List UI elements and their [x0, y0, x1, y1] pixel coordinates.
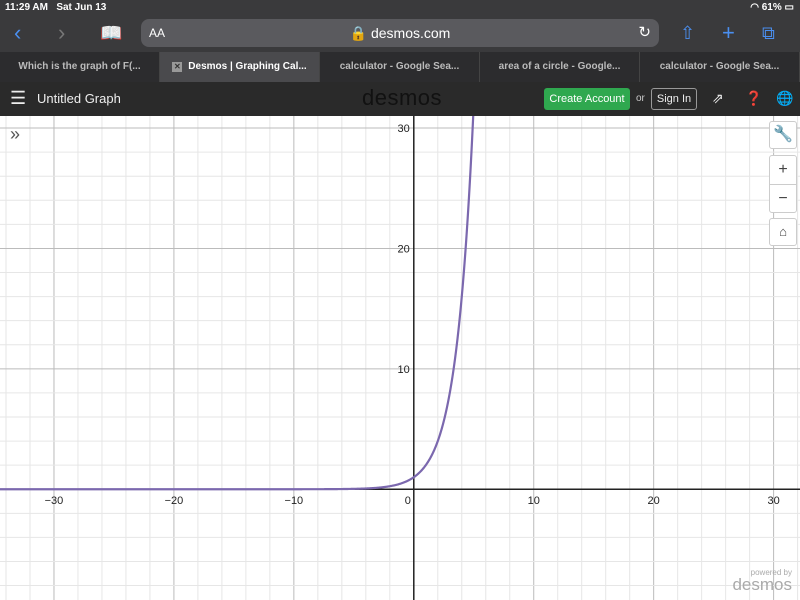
- x-tick-label: −10: [285, 495, 304, 507]
- safari-toolbar: ‹ › 📖 AA 🔒 desmos.com ↻ ⇧ + ⧉: [0, 16, 800, 52]
- graph-canvas[interactable]: −30 −20 −10 0 10 20 30 10 20 30: [0, 116, 800, 600]
- tab[interactable]: calculator - Google Sea...: [640, 52, 800, 82]
- y-tick-label: 10: [398, 364, 410, 376]
- url-text: 🔒 desmos.com: [349, 25, 451, 41]
- desmos-header: ☰ Untitled Graph desmos Create Account o…: [0, 82, 800, 116]
- tab[interactable]: area of a circle - Google...: [480, 52, 640, 82]
- or-label: or: [636, 93, 645, 104]
- status-bar: 11:29 AM Sat Jun 13 ◠ 61% ▭: [0, 0, 800, 16]
- powered-by-desmos: powered by desmos: [732, 568, 792, 594]
- x-tick-label: 30: [767, 495, 779, 507]
- language-globe-icon[interactable]: 🌐: [776, 90, 793, 107]
- x-tick-label: −30: [45, 495, 64, 507]
- zoom-in-button[interactable]: +: [770, 156, 796, 184]
- desmos-logo: desmos: [362, 85, 443, 110]
- back-icon[interactable]: ‹: [14, 20, 21, 46]
- function-curve: [0, 116, 475, 491]
- status-time: 11:29 AM Sat Jun 13: [5, 2, 107, 13]
- expand-expressions-icon[interactable]: »: [10, 124, 20, 145]
- close-tab-icon[interactable]: ✕: [172, 62, 183, 72]
- bookmarks-icon[interactable]: 📖: [100, 20, 122, 46]
- zoom-controls: + −: [769, 155, 797, 213]
- settings-wrench-icon[interactable]: 🔧: [769, 121, 797, 149]
- tab[interactable]: calculator - Google Sea...: [320, 52, 480, 82]
- tab[interactable]: Which is the graph of F(...: [0, 52, 160, 82]
- x-tick-label: 0: [405, 495, 411, 507]
- tab-active[interactable]: ✕ Desmos | Graphing Cal...: [160, 52, 320, 82]
- graph-title[interactable]: Untitled Graph: [37, 91, 121, 106]
- forward-icon[interactable]: ›: [58, 20, 65, 46]
- zoom-out-button[interactable]: −: [770, 184, 796, 213]
- home-icon[interactable]: ⌂: [769, 218, 797, 246]
- share-graph-icon[interactable]: ⇗: [712, 90, 724, 107]
- reload-icon[interactable]: ↻: [638, 23, 651, 41]
- y-tick-label: 20: [398, 243, 410, 255]
- tab-bar: Which is the graph of F(... ✕ Desmos | Gr…: [0, 52, 800, 82]
- x-tick-label: 20: [648, 495, 660, 507]
- address-bar[interactable]: AA 🔒 desmos.com ↻: [141, 19, 659, 47]
- y-tick-label: 30: [398, 123, 410, 135]
- new-tab-icon[interactable]: +: [722, 20, 735, 46]
- create-account-button[interactable]: Create Account: [544, 88, 630, 110]
- help-icon[interactable]: ❓: [745, 90, 762, 107]
- tabs-icon[interactable]: ⧉: [762, 20, 775, 46]
- sign-in-button[interactable]: Sign In: [651, 88, 697, 110]
- menu-icon[interactable]: ☰: [10, 88, 26, 109]
- battery-indicator: ◠ 61% ▭: [750, 2, 794, 13]
- x-tick-label: −20: [165, 495, 184, 507]
- share-icon[interactable]: ⇧: [680, 20, 695, 46]
- x-tick-label: 10: [528, 495, 540, 507]
